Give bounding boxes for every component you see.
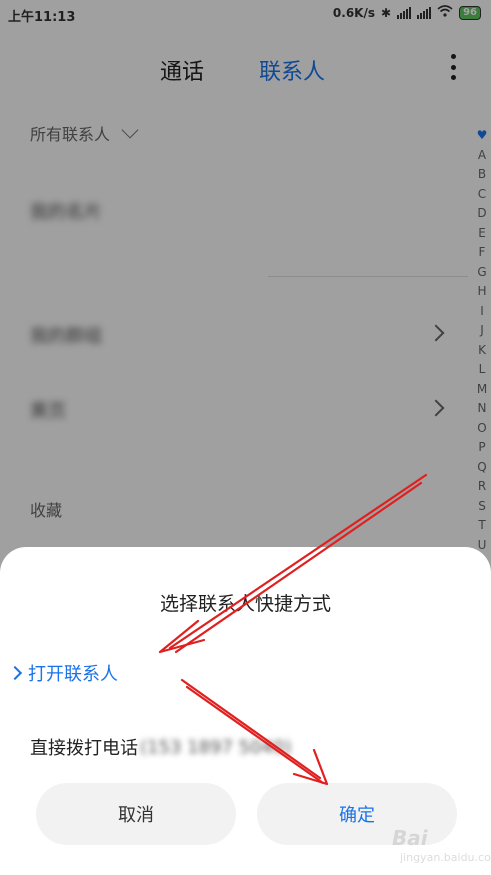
chevron-right-icon (7, 665, 23, 681)
watermark-brand: Bai (392, 826, 428, 850)
option-direct-call-number: (153 1897 5040) (140, 736, 292, 758)
option-direct-call-label: 直接拨打电话 (30, 738, 138, 759)
cancel-button[interactable]: 取消 (36, 783, 236, 845)
dialog-title: 选择联系人快捷方式 (159, 593, 331, 615)
watermark-url: jingyan.baidu.com (400, 851, 491, 864)
option-open-contacts-label: 打开联系人 (28, 664, 118, 685)
baidu-watermark: Bai jingyan.baidu.com (372, 820, 491, 868)
option-open-contacts[interactable]: 打开联系人 (7, 660, 118, 686)
option-direct-call[interactable]: 直接拨打电话 (153 1897 5040) (30, 734, 291, 760)
